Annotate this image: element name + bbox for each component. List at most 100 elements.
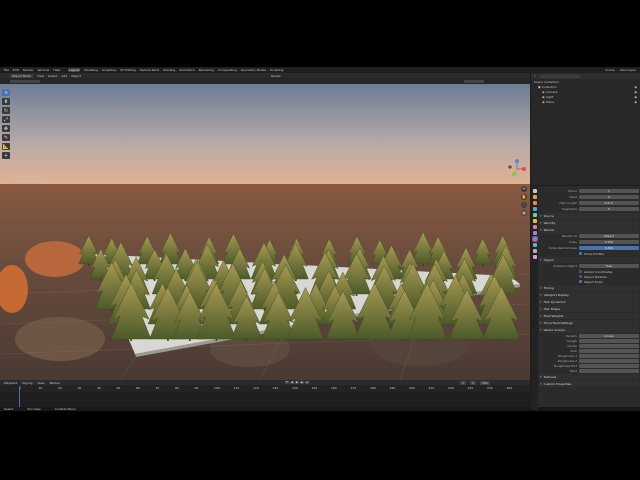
- tab-modeling[interactable]: Modeling: [84, 68, 98, 72]
- scene-selector[interactable]: Scene: [605, 68, 614, 72]
- property-field[interactable]: 1: [579, 189, 639, 193]
- menu-window[interactable]: Window: [38, 68, 50, 72]
- outliner-search-field[interactable]: [539, 74, 580, 78]
- tool-settings-bar[interactable]: [10, 79, 40, 83]
- vertex-group-field[interactable]: [579, 353, 639, 358]
- visibility-eye-icon[interactable]: ◉: [634, 85, 637, 89]
- panel-custom-properties[interactable]: Custom Properties: [539, 381, 639, 387]
- visibility-eye-icon[interactable]: ◉: [634, 90, 637, 94]
- panel-viewport-display[interactable]: Viewport Display: [539, 292, 639, 298]
- properties-tab-icon[interactable]: [532, 225, 537, 229]
- property-field[interactable]: 0: [579, 195, 639, 199]
- camera-icon[interactable]: 🎥: [521, 202, 527, 208]
- property-field[interactable]: 5: [579, 207, 639, 211]
- tab-texture-paint[interactable]: Texture Paint: [140, 68, 159, 72]
- play-button[interactable]: ▶: [294, 381, 299, 384]
- navigation-gizmo[interactable]: [506, 157, 528, 181]
- show-emitter-checkbox[interactable]: Show Emitter: [579, 251, 639, 256]
- playhead[interactable]: [19, 386, 20, 409]
- checkbox-box[interactable]: [579, 252, 582, 255]
- jump-start-button[interactable]: ⏮: [284, 381, 289, 384]
- property-field[interactable]: Object: [579, 234, 639, 238]
- scene-collection-label[interactable]: Scene Collection: [534, 80, 559, 84]
- checkbox-box[interactable]: [579, 275, 582, 278]
- vertex-group-field[interactable]: [579, 343, 639, 348]
- 3d-viewport[interactable]: User Perspective (1) Collection | Plane: [0, 84, 530, 380]
- outliner-search-icon[interactable]: ⌕: [534, 74, 536, 78]
- timeline-menu-playback[interactable]: Playback: [4, 381, 17, 385]
- timeline-menu-keying[interactable]: Keying: [22, 381, 32, 385]
- tab-uv-editing[interactable]: UV Editing: [120, 68, 136, 72]
- current-frame-field[interactable]: 1: [460, 381, 466, 385]
- timeline-ruler[interactable]: 0102030405060708090100110120130140150160…: [0, 386, 530, 391]
- shading-buttons[interactable]: [464, 79, 484, 83]
- properties-tab-icon[interactable]: [532, 243, 537, 247]
- outliner-row-plane[interactable]: ▣ Plane ◉: [531, 99, 640, 104]
- tab-animation[interactable]: Animation: [179, 68, 194, 72]
- vertex-group-field[interactable]: [579, 363, 639, 368]
- panel-textures[interactable]: Textures: [539, 374, 639, 380]
- tab-compositing[interactable]: Compositing: [218, 68, 237, 72]
- move-tool-icon[interactable]: ⬍: [2, 98, 10, 105]
- panel-velocity[interactable]: Velocity: [539, 220, 639, 226]
- pan-hand-icon[interactable]: ✋: [521, 194, 527, 200]
- vertex-group-field[interactable]: [579, 368, 639, 373]
- measure-tool-icon[interactable]: 📐: [2, 143, 10, 150]
- menu-help[interactable]: Help: [53, 68, 60, 72]
- vertex-group-field[interactable]: [579, 348, 639, 353]
- orientation-dropdown[interactable]: Global: [271, 74, 281, 78]
- annotate-tool-icon[interactable]: ✎: [2, 134, 10, 141]
- property-field[interactable]: 0.800: [579, 246, 639, 250]
- next-key-button[interactable]: ▶: [299, 381, 304, 384]
- properties-tab-icon[interactable]: [532, 213, 537, 217]
- cursor-tool-icon[interactable]: ✛: [2, 89, 10, 96]
- checkbox-box[interactable]: [579, 270, 582, 273]
- ortho-grid-icon[interactable]: ▦: [521, 210, 527, 216]
- properties-tab-icon[interactable]: [532, 195, 537, 199]
- tab-sculpting[interactable]: Sculpting: [102, 68, 116, 72]
- view-menu[interactable]: View: [37, 74, 44, 78]
- add-tool-icon[interactable]: +: [2, 152, 10, 159]
- rotate-tool-icon[interactable]: ↻: [2, 107, 10, 114]
- properties-tab-icon[interactable]: [532, 189, 537, 193]
- tab-shading[interactable]: Shading: [163, 68, 175, 72]
- prev-key-button[interactable]: ◀: [289, 381, 294, 384]
- properties-tab-icon[interactable]: [532, 249, 537, 253]
- object-option-checkbox[interactable]: Object Scale: [579, 279, 639, 284]
- vertex-group-field[interactable]: [579, 358, 639, 363]
- properties-tab-icon[interactable]: [531, 236, 538, 242]
- end-frame-field[interactable]: 250: [479, 381, 490, 385]
- properties-tab-icon[interactable]: [532, 201, 537, 205]
- tab-geometry-nodes[interactable]: Geometry Nodes: [241, 68, 266, 72]
- panel-field-weights[interactable]: Field Weights: [539, 313, 639, 319]
- visibility-eye-icon[interactable]: ◉: [634, 100, 637, 104]
- jump-end-button[interactable]: ⏭: [304, 381, 309, 384]
- panel-source[interactable]: Source: [539, 213, 639, 219]
- properties-tab-icon[interactable]: [532, 207, 537, 211]
- vertex-group-field[interactable]: [579, 338, 639, 343]
- mode-dropdown[interactable]: Object Mode: [10, 73, 33, 78]
- tab-layout[interactable]: Layout: [68, 68, 81, 72]
- menu-file[interactable]: File: [4, 68, 9, 72]
- property-field[interactable]: Tree: [579, 264, 639, 268]
- timeline-menu-view[interactable]: View: [37, 381, 44, 385]
- timeline-menu-marker[interactable]: Marker: [50, 381, 60, 385]
- properties-tab-icon[interactable]: [532, 255, 537, 259]
- panel-timing[interactable]: Timing: [539, 285, 639, 291]
- object-menu[interactable]: Object: [71, 74, 81, 78]
- zoom-icon[interactable]: +: [521, 186, 527, 192]
- scale-tool-icon[interactable]: ⤢: [2, 116, 10, 123]
- menu-edit[interactable]: Edit: [13, 68, 19, 72]
- vertex-group-field[interactable]: Group: [579, 333, 639, 338]
- select-menu[interactable]: Select: [48, 74, 57, 78]
- properties-tab-icon[interactable]: [532, 231, 537, 235]
- view-layer-selector[interactable]: View Layer: [620, 68, 636, 72]
- panel-force-field-settings[interactable]: Force Field Settings: [539, 320, 639, 326]
- properties-tab-icon[interactable]: [532, 219, 537, 223]
- property-field[interactable]: 0.200: [579, 240, 639, 244]
- start-frame-field[interactable]: 1: [469, 381, 476, 385]
- tab-scripting[interactable]: Scripting: [270, 68, 283, 72]
- checkbox-box[interactable]: [579, 280, 582, 283]
- tab-rendering[interactable]: Rendering: [199, 68, 214, 72]
- add-menu[interactable]: Add: [61, 74, 67, 78]
